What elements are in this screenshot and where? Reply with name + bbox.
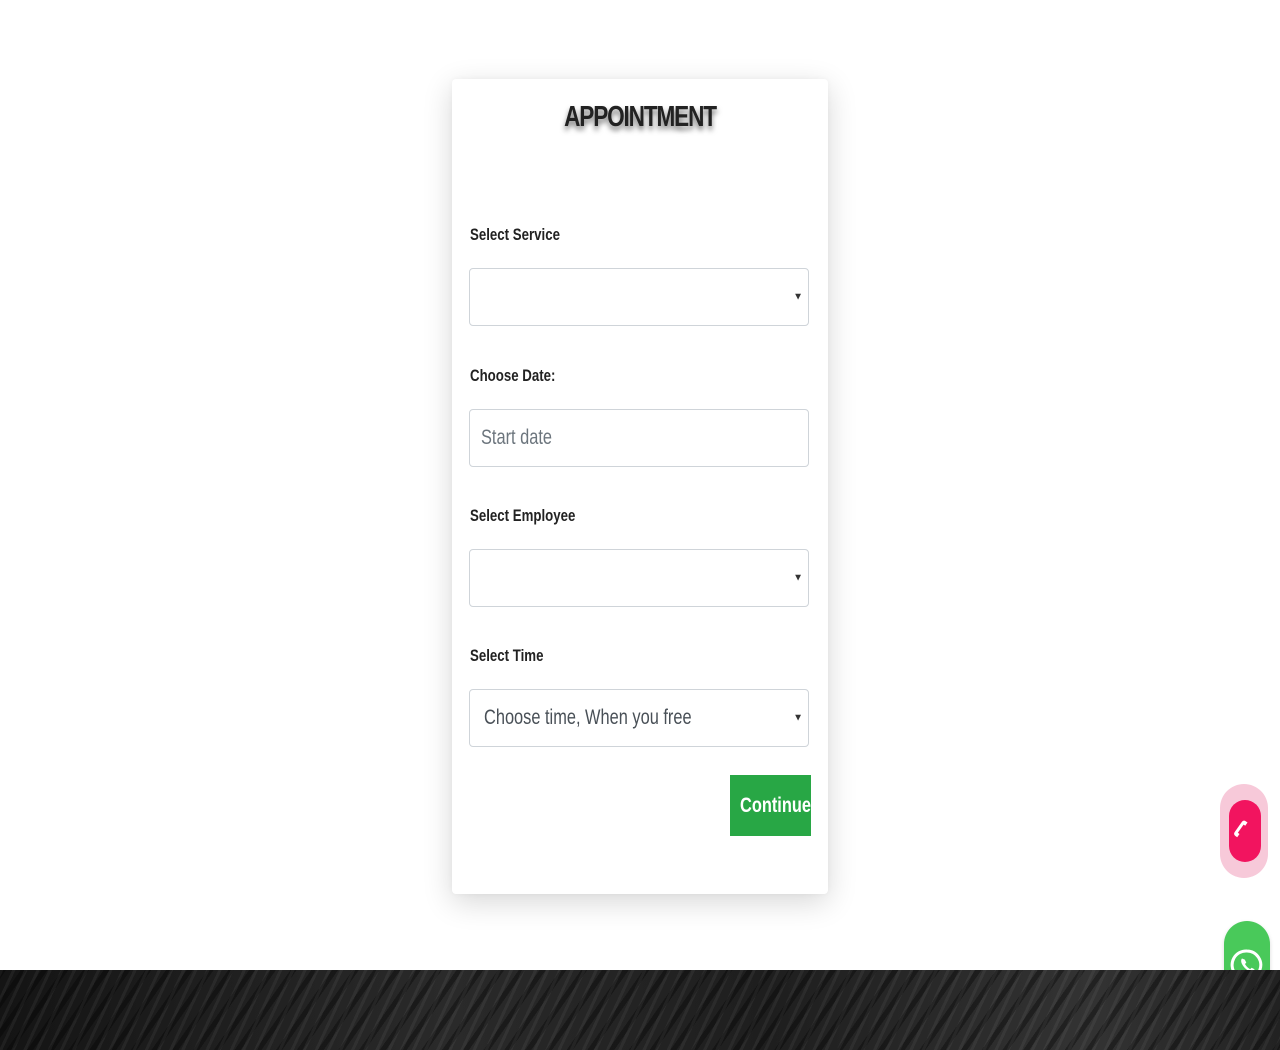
chevron-down-icon: ▼ <box>793 291 803 303</box>
time-select[interactable]: Choose time, When you free ▼ <box>469 689 809 747</box>
service-label: Select Service <box>470 225 560 244</box>
time-select-value: Choose time, When you free <box>484 706 692 729</box>
date-input[interactable]: Start date <box>469 409 809 467</box>
service-select[interactable]: ▼ <box>469 268 809 326</box>
continue-button-label: Continue <box>740 793 811 817</box>
phone-icon <box>1234 820 1248 838</box>
chevron-down-icon: ▼ <box>793 572 803 584</box>
employee-label: Select Employee <box>470 506 576 525</box>
date-label: Choose Date: <box>470 366 556 385</box>
time-label: Select Time <box>470 646 544 665</box>
continue-button[interactable]: Continue <box>730 775 811 836</box>
footer-band <box>0 970 1280 1050</box>
date-input-placeholder: Start date <box>481 426 553 449</box>
employee-select[interactable]: ▼ <box>469 549 809 607</box>
appointment-card: APPOINTMENT Select Service ▼ Choose Date… <box>452 79 828 894</box>
page-title: APPOINTMENT <box>564 101 717 133</box>
call-button[interactable] <box>1220 784 1268 878</box>
chevron-down-icon: ▼ <box>793 712 803 724</box>
